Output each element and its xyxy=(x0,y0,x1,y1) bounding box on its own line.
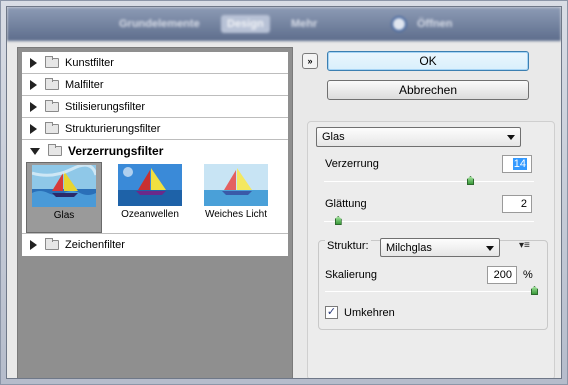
category-stilisierungsfilter[interactable]: Stilisierungsfilter xyxy=(22,96,288,118)
umkehren-label: Umkehren xyxy=(344,307,395,319)
office-disk-icon[interactable] xyxy=(391,16,407,32)
sailboat-thumbnail-icon xyxy=(204,164,268,206)
verzerrung-slider-track[interactable] xyxy=(324,181,534,182)
skalierung-unit: % xyxy=(523,269,533,281)
category-label: Strukturierungsfilter xyxy=(65,122,161,135)
filter-thumbnails: Glas Ozeanwellen Weiches Licht xyxy=(22,162,288,234)
umkehren-checkbox[interactable]: ✓ xyxy=(325,306,338,319)
expand-triangle-icon[interactable] xyxy=(30,57,37,68)
glaettung-input[interactable]: 2 xyxy=(502,195,532,213)
folder-icon xyxy=(45,77,59,90)
collapse-triangle-icon[interactable] xyxy=(30,147,40,155)
category-label: Kunstfilter xyxy=(65,56,114,69)
skalierung-label: Skalierung xyxy=(325,269,377,281)
category-zeichenfilter[interactable]: Zeichenfilter xyxy=(22,234,288,256)
struktur-group: Struktur: Milchglas ▾≡ Skalierung 200 % … xyxy=(318,238,548,330)
expand-triangle-icon[interactable] xyxy=(30,123,37,134)
category-label: Malfilter xyxy=(65,78,104,91)
skalierung-input[interactable]: 200 xyxy=(487,266,517,284)
category-label: Verzerrungsfilter xyxy=(68,144,164,158)
folder-icon xyxy=(45,121,59,134)
tab-oeffnen[interactable]: Öffnen xyxy=(411,15,458,33)
filter-select-value: Glas xyxy=(322,131,345,143)
thumbnail-weiches-licht[interactable]: Weiches Licht xyxy=(198,162,274,233)
tab-design[interactable]: Design xyxy=(221,15,270,33)
folder-icon xyxy=(45,99,59,112)
sailboat-thumbnail-icon xyxy=(118,164,182,206)
thumbnail-label: Weiches Licht xyxy=(204,209,268,220)
tab-grundelemente[interactable]: Grundelemente xyxy=(113,15,206,33)
chevron-down-icon xyxy=(507,135,515,140)
thumbnail-label: Ozeanwellen xyxy=(121,209,179,220)
struktur-label: Struktur: xyxy=(325,240,371,252)
struktur-menu-icon[interactable]: ▾≡ xyxy=(519,240,530,251)
filter-dialog: Grundelemente Design Mehr Öffnen Kunstfi… xyxy=(6,6,562,379)
category-label: Stilisierungsfilter xyxy=(65,100,146,113)
category-label: Zeichenfilter xyxy=(65,239,125,251)
folder-open-icon xyxy=(48,144,62,156)
glaettung-slider-track[interactable] xyxy=(324,221,534,222)
sailboat-thumbnail-icon xyxy=(32,165,96,207)
category-verzerrungsfilter[interactable]: Verzerrungsfilter xyxy=(22,140,288,162)
expand-triangle-icon[interactable] xyxy=(30,101,37,112)
skalierung-slider-handle[interactable] xyxy=(531,286,538,295)
verzerrung-slider-handle[interactable] xyxy=(467,176,474,185)
skalierung-slider-track[interactable] xyxy=(325,291,535,292)
menu-strip: Grundelemente Design Mehr Öffnen xyxy=(7,7,561,41)
category-strukturierungsfilter[interactable]: Strukturierungsfilter xyxy=(22,118,288,140)
folder-icon xyxy=(45,55,59,68)
thumbnail-label: Glas xyxy=(53,210,75,221)
struktur-select[interactable]: Milchglas xyxy=(380,238,500,257)
verzerrung-label: Verzerrung xyxy=(325,158,379,170)
verzerrung-input[interactable]: 14 xyxy=(502,155,532,173)
thumbnail-ozeanwellen[interactable]: Ozeanwellen xyxy=(112,162,188,233)
filter-gallery: Kunstfilter Malfilter Stilisierungsfilte… xyxy=(17,47,293,378)
category-kunstfilter[interactable]: Kunstfilter xyxy=(22,52,288,74)
filter-select[interactable]: Glas xyxy=(316,127,521,147)
expand-triangle-icon[interactable] xyxy=(30,240,37,250)
collapse-gallery-button[interactable]: » xyxy=(302,53,318,69)
thumbnail-glas[interactable]: Glas xyxy=(26,162,102,233)
folder-icon xyxy=(45,238,59,250)
chevron-down-icon xyxy=(486,246,494,251)
tab-mehr[interactable]: Mehr xyxy=(285,15,323,33)
cancel-button[interactable]: Abbrechen xyxy=(327,80,529,100)
glaettung-label: Glättung xyxy=(325,198,367,210)
verzerrung-value: 14 xyxy=(512,158,527,170)
filter-settings-panel: Glas Verzerrung 14 Glättung 2 Struktur: … xyxy=(307,121,555,378)
expand-triangle-icon[interactable] xyxy=(30,79,37,90)
glaettung-slider-handle[interactable] xyxy=(334,216,342,225)
checkmark-icon: ✓ xyxy=(326,306,337,318)
ok-button[interactable]: OK xyxy=(327,51,529,71)
category-malfilter[interactable]: Malfilter xyxy=(22,74,288,96)
filter-category-list: Kunstfilter Malfilter Stilisierungsfilte… xyxy=(22,52,288,256)
struktur-select-value: Milchglas xyxy=(386,242,432,254)
